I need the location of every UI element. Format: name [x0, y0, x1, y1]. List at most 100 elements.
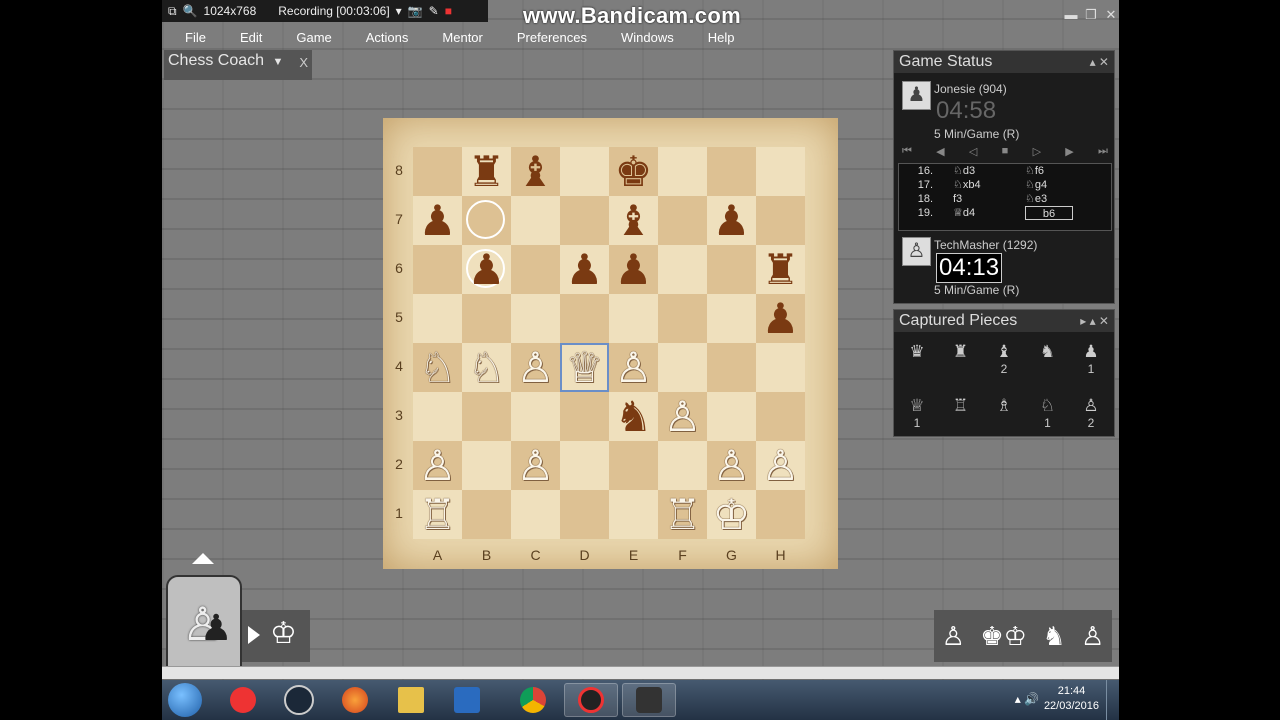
square-f5[interactable]	[658, 294, 707, 343]
chess-piece[interactable]: ♟	[609, 245, 658, 294]
menu-preferences[interactable]: Preferences	[494, 28, 598, 48]
move-row[interactable]: 18. f3 ♘e3	[899, 192, 1111, 206]
current-move[interactable]: b6	[1025, 206, 1073, 220]
menu-windows[interactable]: Windows	[598, 28, 685, 48]
square-a5[interactable]	[413, 294, 462, 343]
square-h8[interactable]	[756, 147, 805, 196]
chess-piece[interactable]: ♙	[756, 441, 805, 490]
chess-piece[interactable]: ♕	[560, 343, 609, 392]
stop-icon[interactable]: ■	[445, 4, 452, 18]
square-h7[interactable]	[756, 196, 805, 245]
square-d4[interactable]: ♕	[560, 343, 609, 392]
chess-piece[interactable]: ♖	[413, 490, 462, 539]
square-c7[interactable]	[511, 196, 560, 245]
menu-help[interactable]: Help	[685, 28, 746, 48]
square-g1[interactable]: ♔	[707, 490, 756, 539]
square-e4[interactable]: ♙	[609, 343, 658, 392]
pen-icon[interactable]: ✎	[429, 4, 439, 18]
coach-close-button[interactable]: X	[299, 52, 308, 74]
square-b8[interactable]: ♜	[462, 147, 511, 196]
menu-file[interactable]: File	[162, 28, 217, 48]
chess-piece[interactable]: ♝	[511, 147, 560, 196]
square-d6[interactable]: ♟	[560, 245, 609, 294]
square-h6[interactable]: ♜	[756, 245, 805, 294]
square-a6[interactable]	[413, 245, 462, 294]
square-a3[interactable]	[413, 392, 462, 441]
camera-icon[interactable]: 📷	[408, 4, 423, 18]
menu-mentor[interactable]: Mentor	[419, 28, 493, 48]
square-c6[interactable]	[511, 245, 560, 294]
chrome-taskbar-icon[interactable]	[506, 683, 560, 717]
panel-controls[interactable]: ▸ ▴ ✕	[1080, 310, 1109, 332]
move-list[interactable]: 16. ♘d3 ♘f6 17. ♘xb4 ♘g4 18. f3 ♘e3 19. …	[898, 163, 1112, 231]
steam-taskbar-icon[interactable]	[272, 683, 326, 717]
move-row[interactable]: 19. ♕d4 b6	[899, 206, 1111, 220]
chess-coach-tab[interactable]: Chess Coach ▼ X	[164, 50, 312, 80]
window-icon[interactable]: ⧉	[168, 4, 177, 19]
board-squares[interactable]: ♜ ♝ ♚ ♟ ♝ ♟ ♟ ♟ ♟ ♜ ♟ ♘ ♘ ♙ ♕ ♙ ♞ ♙ ♙ ♙ ♙ ♙ ♖ ♖ ♔	[413, 147, 806, 540]
prev-move-icon[interactable]: ◀	[936, 145, 944, 158]
chess-piece[interactable]: ♜	[756, 245, 805, 294]
chess-piece[interactable]: ♘	[413, 343, 462, 392]
chess-piece[interactable]: ♙	[413, 441, 462, 490]
chess-piece[interactable]: ♙	[511, 441, 560, 490]
play-icon[interactable]	[248, 626, 260, 644]
expand-up-icon[interactable]	[192, 553, 214, 564]
chess-piece[interactable]: ♔	[707, 490, 756, 539]
square-b4[interactable]: ♘	[462, 343, 511, 392]
square-f8[interactable]	[658, 147, 707, 196]
media-player-taskbar-icon[interactable]	[440, 683, 494, 717]
square-h4[interactable]	[756, 343, 805, 392]
pawn-magnifier-icon[interactable]: ♙	[1081, 621, 1104, 652]
square-e8[interactable]: ♚	[609, 147, 658, 196]
chess-piece[interactable]: ♘	[462, 343, 511, 392]
pieces-set-icon[interactable]: ♚♔	[980, 621, 1027, 652]
square-e5[interactable]	[609, 294, 658, 343]
square-e3[interactable]: ♞	[609, 392, 658, 441]
square-c2[interactable]: ♙	[511, 441, 560, 490]
chess-piece[interactable]: ♙	[658, 392, 707, 441]
square-h3[interactable]	[756, 392, 805, 441]
last-move-icon[interactable]: ⏭	[1098, 145, 1108, 158]
square-e7[interactable]: ♝	[609, 196, 658, 245]
chess-board[interactable]: ♜ ♝ ♚ ♟ ♝ ♟ ♟ ♟ ♟ ♜ ♟ ♘ ♘ ♙ ♕ ♙ ♞ ♙ ♙ ♙ ♙ ♙ ♖ ♖ ♔ 87654321 ABCDE…	[383, 118, 838, 569]
square-b6[interactable]: ♟	[462, 245, 511, 294]
stop-icon[interactable]: ■	[1002, 145, 1009, 158]
square-b5[interactable]	[462, 294, 511, 343]
square-d2[interactable]	[560, 441, 609, 490]
bandicam-taskbar-icon[interactable]	[564, 683, 618, 717]
square-g5[interactable]	[707, 294, 756, 343]
square-b2[interactable]	[462, 441, 511, 490]
square-g6[interactable]	[707, 245, 756, 294]
square-b1[interactable]	[462, 490, 511, 539]
coach-playback-panel[interactable]: ♔	[242, 610, 310, 662]
king-icon[interactable]: ♔	[270, 616, 297, 651]
show-desktop-button[interactable]	[1106, 680, 1119, 720]
square-h5[interactable]: ♟	[756, 294, 805, 343]
chess-piece[interactable]: ♙	[609, 343, 658, 392]
chess-piece[interactable]: ♟	[756, 294, 805, 343]
square-f7[interactable]	[658, 196, 707, 245]
chess-piece[interactable]: ♚	[609, 147, 658, 196]
square-a8[interactable]	[413, 147, 462, 196]
square-c1[interactable]	[511, 490, 560, 539]
square-d1[interactable]	[560, 490, 609, 539]
square-f6[interactable]	[658, 245, 707, 294]
system-clock[interactable]: 21:44 22/03/2016	[1044, 684, 1099, 714]
chess-piece[interactable]: ♟	[707, 196, 756, 245]
menu-edit[interactable]: Edit	[217, 28, 273, 48]
step-forward-icon[interactable]: ▷	[1033, 145, 1041, 158]
square-e2[interactable]	[609, 441, 658, 490]
square-a1[interactable]: ♖	[413, 490, 462, 539]
square-c3[interactable]	[511, 392, 560, 441]
square-f2[interactable]	[658, 441, 707, 490]
square-c5[interactable]	[511, 294, 560, 343]
chess-piece[interactable]: ♝	[609, 196, 658, 245]
move-row[interactable]: 16. ♘d3 ♘f6	[899, 164, 1111, 178]
square-e6[interactable]: ♟	[609, 245, 658, 294]
firefox-taskbar-icon[interactable]	[328, 683, 382, 717]
menu-game[interactable]: Game	[273, 28, 342, 48]
pause-icon[interactable]: ▾	[396, 4, 402, 18]
first-move-icon[interactable]: ⏮	[902, 145, 912, 158]
minimize-icon[interactable]: ▬	[1063, 8, 1079, 22]
